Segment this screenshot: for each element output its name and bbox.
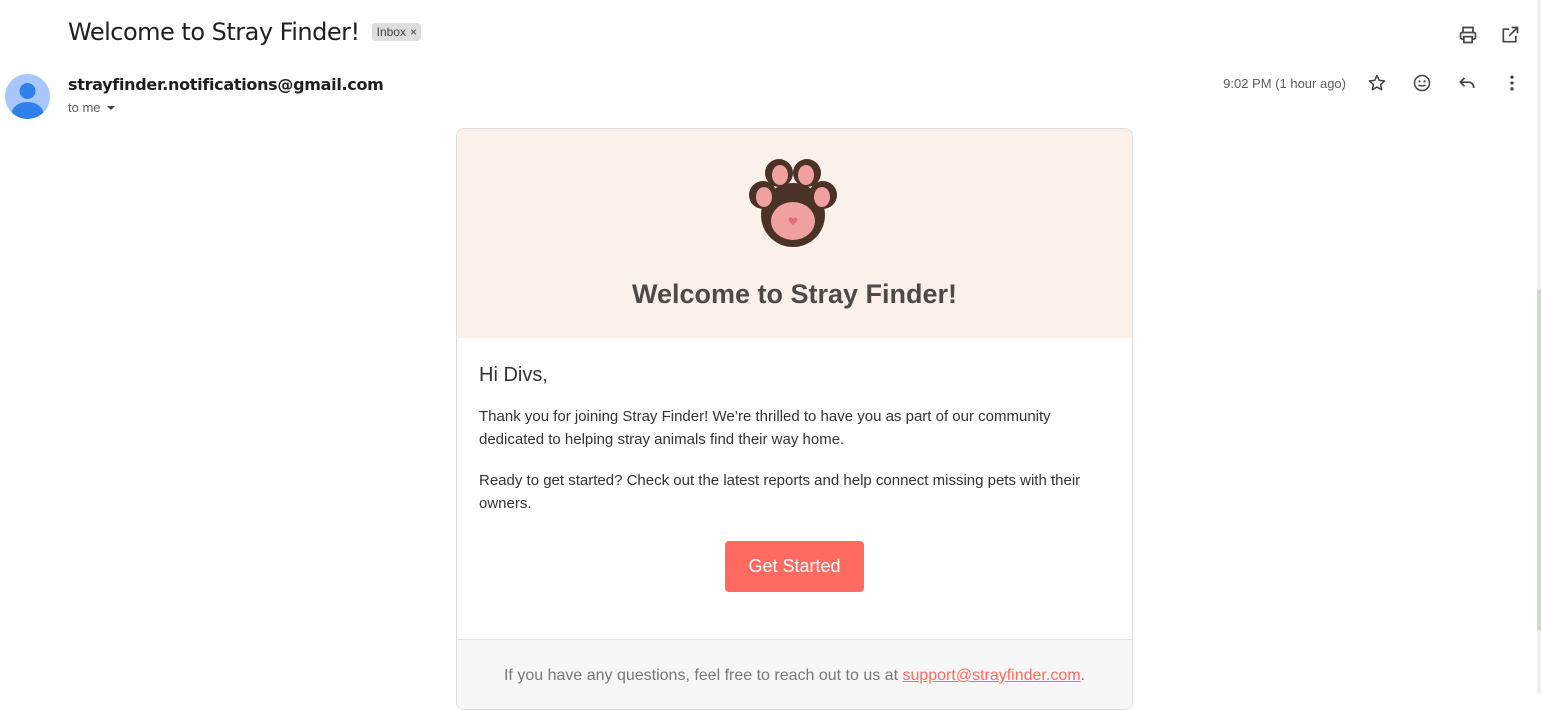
label-text: Inbox (376, 25, 406, 39)
greeting: Hi Divs, (479, 364, 548, 386)
message-time: 9:02 PM (1 hour ago) (1223, 75, 1346, 91)
footer-text-lead: If you have any questions, feel free to … (503, 667, 903, 684)
remove-label-button[interactable]: × (410, 25, 417, 39)
sender-block: strayfinder.notifications@gmail.com to m… (68, 75, 384, 115)
dropdown-icon[interactable] (105, 102, 117, 114)
recipient-text: to me (68, 100, 101, 115)
card-footer: If you have any questions, feel free to … (457, 639, 1132, 709)
recipient-details[interactable]: to me (68, 100, 384, 115)
sender-email[interactable]: strayfinder.notifications@gmail.com (68, 75, 384, 94)
more-vertical-icon[interactable] (1501, 72, 1523, 94)
paw-icon (749, 159, 837, 247)
card-title: Welcome to Stray Finder! (631, 279, 958, 309)
card-header: Welcome to Stray Finder! (457, 129, 1132, 338)
print-icon[interactable] (1457, 24, 1479, 46)
support-email-link[interactable]: support@strayfinder.com (902, 667, 1080, 684)
emoji-icon[interactable] (1411, 72, 1433, 94)
cta-paragraph: Ready to get started? Check out the late… (479, 472, 1081, 512)
subject-row: Welcome to Stray Finder! Inbox × (68, 18, 421, 46)
scrollbar-track[interactable] (1537, 0, 1541, 694)
inbox-label[interactable]: Inbox × (371, 23, 421, 41)
scrollbar-thumb[interactable] (1537, 290, 1541, 630)
open-in-new-window-icon[interactable] (1499, 24, 1521, 46)
thread-toolbar (1457, 24, 1521, 46)
email-subject: Welcome to Stray Finder! (68, 18, 360, 46)
star-icon[interactable] (1366, 72, 1388, 94)
reply-icon[interactable] (1456, 72, 1478, 94)
get-started-button[interactable]: Get Started (725, 541, 864, 592)
footer-text: If you have any questions, feel free to … (457, 667, 1132, 685)
email-card: Welcome to Stray Finder! Hi Divs, Thank … (456, 128, 1133, 710)
user-avatar-icon (11, 83, 44, 119)
card-body: Hi Divs, Thank you for joining Stray Fin… (457, 338, 1132, 592)
footer-text-end: . (1080, 667, 1085, 684)
intro-paragraph: Thank you for joining Stray Finder! We’r… (479, 408, 1051, 448)
message-meta: 9:02 PM (1 hour ago) (1223, 72, 1523, 94)
sender-avatar[interactable] (5, 74, 50, 119)
